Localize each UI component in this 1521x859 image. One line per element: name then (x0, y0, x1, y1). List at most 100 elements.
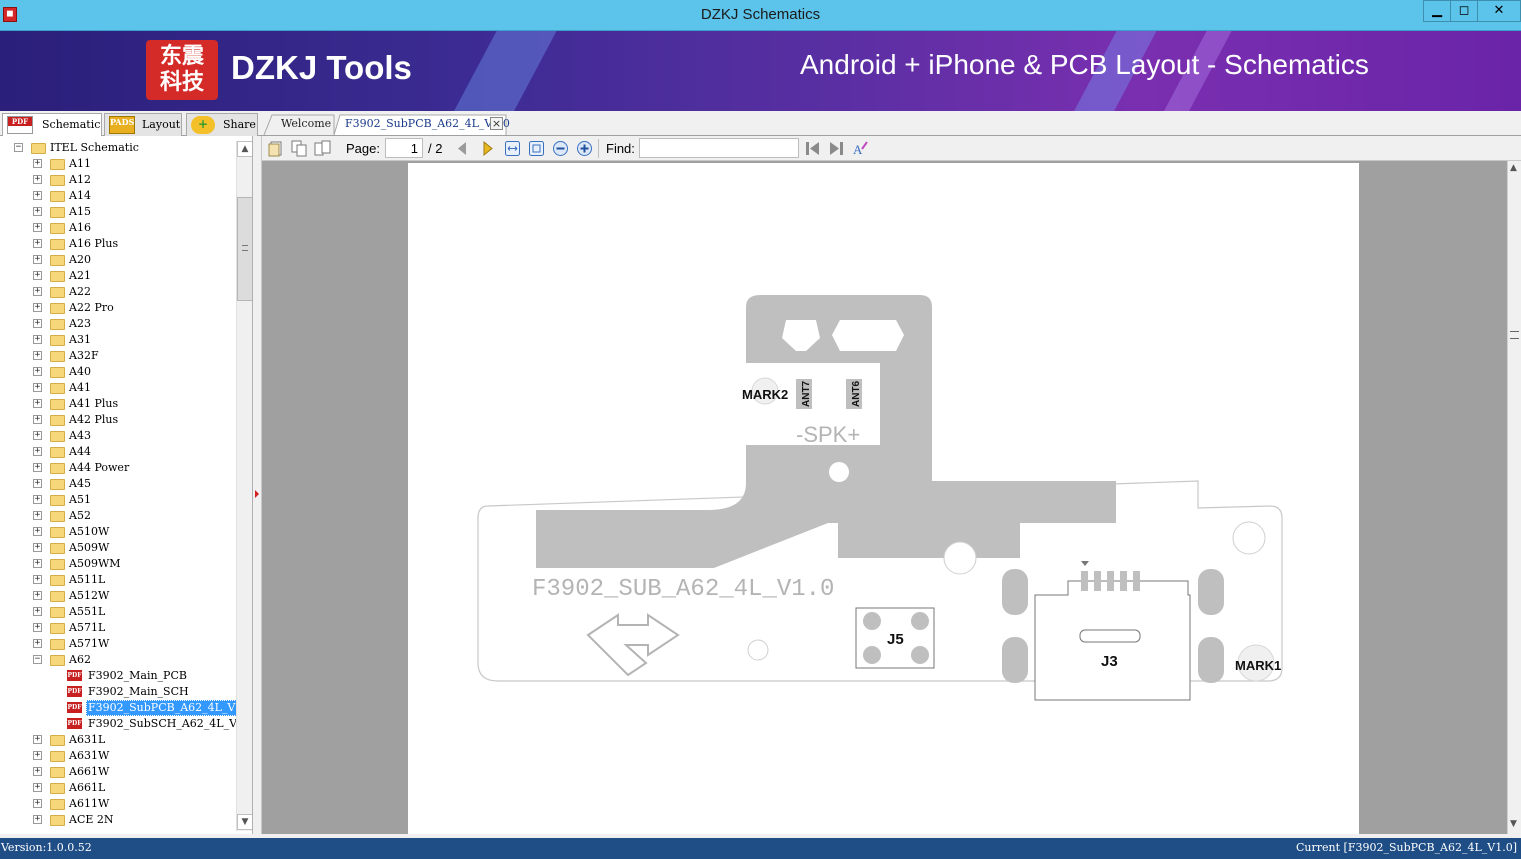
expand-icon[interactable]: + (33, 559, 42, 568)
expand-icon[interactable]: + (33, 303, 42, 312)
tree-item-a509w[interactable]: + A509W (0, 540, 236, 556)
tree-item-a551l[interactable]: + A551L (0, 604, 236, 620)
tree-file-f3902-main-pcb[interactable]: PDF F3902_Main_PCB (0, 668, 236, 684)
expand-icon[interactable]: + (33, 527, 42, 536)
zoom-out-icon[interactable] (552, 140, 569, 157)
scroll-up-arrow[interactable]: ▲ (237, 141, 252, 157)
expand-icon[interactable]: + (33, 319, 42, 328)
tree-item-a12[interactable]: + A12 (0, 172, 236, 188)
fit-width-icon[interactable] (504, 140, 521, 157)
expand-icon[interactable]: + (33, 399, 42, 408)
tree-item-a611w[interactable]: + A611W (0, 796, 236, 812)
expand-icon[interactable]: + (33, 367, 42, 376)
maximize-button[interactable]: ◻ (1450, 0, 1478, 22)
tree-file-f3902-subsch-a62-4l-v1-0[interactable]: PDF F3902_SubSCH_A62_4L_V1.0 (0, 716, 252, 732)
expand-icon[interactable]: + (33, 255, 42, 264)
page-number-input[interactable] (385, 138, 423, 158)
expand-icon[interactable]: + (33, 383, 42, 392)
expand-icon[interactable]: + (33, 335, 42, 344)
tree-item-a31[interactable]: + A31 (0, 332, 236, 348)
tree-item-a631l[interactable]: + A631L (0, 732, 236, 748)
expand-icon[interactable]: + (33, 799, 42, 808)
tree-item-a571l[interactable]: + A571L (0, 620, 236, 636)
tree-item-a45[interactable]: + A45 (0, 476, 236, 492)
tree-item-a43[interactable]: + A43 (0, 428, 236, 444)
tree-item-ace-2n[interactable]: + ACE 2N (0, 812, 236, 828)
doc-tab-welcome[interactable]: Welcome (281, 114, 331, 136)
tree-item-a22-pro[interactable]: + A22 Pro (0, 300, 236, 316)
prev-page-icon[interactable] (454, 140, 471, 157)
tree-file-f3902-main-sch[interactable]: PDF F3902_Main_SCH (0, 684, 236, 700)
expand-icon[interactable]: + (33, 239, 42, 248)
expand-icon[interactable]: + (33, 783, 42, 792)
text-highlight-icon[interactable]: A (852, 140, 869, 157)
next-page-icon[interactable] (479, 140, 496, 157)
tree-item-a32f[interactable]: + A32F (0, 348, 236, 364)
copy-page-icon[interactable] (291, 140, 308, 157)
expand-icon[interactable]: + (33, 351, 42, 360)
expand-icon[interactable]: + (33, 591, 42, 600)
viewer-scrollbar[interactable]: ▲ ▼ (1507, 161, 1521, 834)
tree-file-f3902-subpcb-a62-4l-v1-0[interactable]: PDF F3902_SubPCB_A62_4L_V1.0 (0, 700, 252, 716)
expand-icon[interactable]: + (33, 463, 42, 472)
tree-item-a41[interactable]: + A41 (0, 380, 236, 396)
find-prev-icon[interactable] (804, 140, 821, 157)
tree-item-a16-plus[interactable]: + A16 Plus (0, 236, 236, 252)
expand-icon[interactable]: + (33, 735, 42, 744)
expand-icon[interactable]: + (33, 159, 42, 168)
tree-item-a44-power[interactable]: + A44 Power (0, 460, 236, 476)
expand-icon[interactable]: + (33, 751, 42, 760)
tree-item-a661l[interactable]: + A661L (0, 780, 236, 796)
close-button[interactable]: ✕ (1477, 0, 1521, 22)
tree-item-a14[interactable]: + A14 (0, 188, 236, 204)
tree-item-a15[interactable]: + A15 (0, 204, 236, 220)
tree-item-a62[interactable]: − A62 (0, 652, 236, 668)
expand-icon[interactable]: + (33, 271, 42, 280)
scroll-grip[interactable] (1510, 331, 1519, 339)
expand-icon[interactable]: + (33, 223, 42, 232)
expand-icon[interactable]: + (33, 447, 42, 456)
expand-icon[interactable]: + (33, 575, 42, 584)
collapse-icon[interactable]: − (33, 655, 42, 664)
tab-schematic[interactable]: PDF Schematic (2, 113, 102, 137)
tree-item-a661w[interactable]: + A661W (0, 764, 236, 780)
pdf-viewer[interactable]: MARK2 ANT7 ANT6 -SPK+ F3902_SUB_A62_4L_V… (262, 161, 1507, 834)
scroll-down-arrow[interactable]: ▼ (1510, 819, 1517, 829)
tree-item-a510w[interactable]: + A510W (0, 524, 236, 540)
two-pages-icon[interactable] (314, 140, 331, 157)
tree-item-a571w[interactable]: + A571W (0, 636, 236, 652)
tree-item-a22[interactable]: + A22 (0, 284, 236, 300)
tree-item-a42-plus[interactable]: + A42 Plus (0, 412, 236, 428)
tree-item-a40[interactable]: + A40 (0, 364, 236, 380)
scroll-up-arrow[interactable]: ▲ (1510, 163, 1517, 173)
doc-tab-active[interactable]: F3902_SubPCB_A62_4L_V1.0 (345, 114, 510, 136)
tree-item-a41-plus[interactable]: + A41 Plus (0, 396, 236, 412)
scroll-down-arrow[interactable]: ▼ (237, 814, 252, 830)
tree-item-a509wm[interactable]: + A509WM (0, 556, 236, 572)
expand-icon[interactable]: + (33, 639, 42, 648)
expand-icon[interactable]: + (33, 287, 42, 296)
tree-item-a52[interactable]: + A52 (0, 508, 236, 524)
tree-item-a20[interactable]: + A20 (0, 252, 236, 268)
expand-icon[interactable]: + (33, 191, 42, 200)
expand-icon[interactable]: + (33, 767, 42, 776)
splitter-handle[interactable] (253, 136, 262, 834)
scroll-thumb[interactable] (237, 197, 252, 301)
tab-layout[interactable]: PADS Layout (104, 113, 182, 136)
find-input[interactable] (639, 138, 799, 158)
expand-icon[interactable]: + (33, 175, 42, 184)
tree-item-a51[interactable]: + A51 (0, 492, 236, 508)
expand-icon[interactable]: + (33, 623, 42, 632)
expand-icon[interactable]: + (33, 815, 42, 824)
expand-icon[interactable]: + (33, 607, 42, 616)
minimize-button[interactable]: ▁ (1423, 0, 1451, 22)
tree-root[interactable]: − ITEL Schematic (0, 140, 236, 156)
fit-page-icon[interactable] (528, 140, 545, 157)
collapse-arrow-icon[interactable] (255, 490, 259, 498)
collapse-icon[interactable]: − (14, 143, 23, 152)
expand-icon[interactable]: + (33, 495, 42, 504)
close-tab-icon[interactable]: × (490, 117, 503, 130)
zoom-in-icon[interactable] (576, 140, 593, 157)
tree-item-a631w[interactable]: + A631W (0, 748, 236, 764)
tab-share[interactable]: + Share (186, 113, 258, 136)
